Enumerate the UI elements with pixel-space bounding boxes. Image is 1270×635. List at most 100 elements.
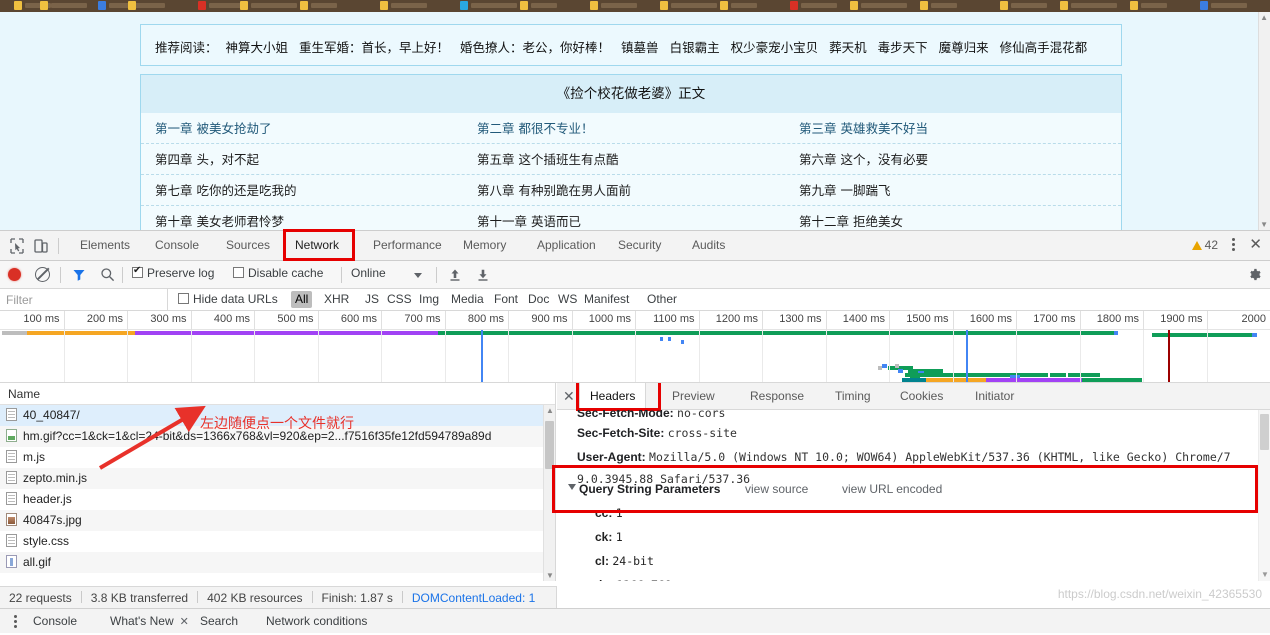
bookmark-item[interactable] — [198, 1, 206, 10]
close-icon[interactable]: ✕ — [180, 616, 189, 628]
detail-tab-response[interactable]: Response — [740, 383, 814, 409]
clear-icon[interactable] — [35, 267, 50, 282]
chapter-link[interactable]: 第二章 都很不专业！ — [477, 113, 593, 144]
type-filter-font[interactable]: Font — [490, 291, 522, 308]
request-row[interactable]: zepto.min.js — [0, 468, 555, 489]
request-row[interactable]: style.css — [0, 531, 555, 552]
type-filter-manifest[interactable]: Manifest — [580, 291, 633, 308]
recommended-link[interactable]: 修仙高手混花都 — [1000, 40, 1088, 55]
type-filter-all[interactable]: All — [291, 291, 313, 308]
requests-column-header[interactable]: Name — [0, 383, 555, 405]
request-row[interactable]: all.gif — [0, 552, 555, 573]
detail-tab-preview[interactable]: Preview — [662, 383, 725, 409]
chevron-down-icon[interactable] — [568, 484, 576, 490]
recommended-link[interactable]: 重生军婚：首长，早上好！ — [299, 40, 449, 55]
drawer-more-options-icon[interactable] — [8, 613, 22, 630]
tab-audits[interactable]: Audits — [682, 231, 735, 260]
recommended-link[interactable]: 毒步天下 — [878, 40, 928, 55]
page-scrollbar[interactable]: ▲ ▼ — [1258, 12, 1270, 230]
type-filter-css[interactable]: CSS — [383, 291, 416, 308]
chapter-link[interactable]: 第十章 美女老师君怜梦 — [155, 206, 284, 230]
device-toolbar-icon[interactable] — [32, 237, 50, 255]
scrollbar-thumb[interactable] — [545, 421, 554, 469]
export-har-icon[interactable] — [476, 268, 490, 285]
tab-console[interactable]: Console — [145, 231, 209, 260]
chapter-link[interactable]: 第四章 头，对不起 — [155, 144, 259, 175]
chapter-link[interactable]: 第五章 这个插班生有点酷 — [477, 144, 618, 175]
drawer-tab-search[interactable]: Search — [200, 609, 238, 634]
type-filter-other[interactable]: Other — [643, 291, 681, 308]
type-filter-doc[interactable]: Doc — [524, 291, 553, 308]
bookmark-item[interactable] — [720, 1, 728, 10]
record-button-icon[interactable] — [8, 268, 21, 281]
filter-funnel-icon[interactable] — [72, 268, 86, 285]
bookmark-item[interactable] — [460, 1, 468, 10]
bookmark-item[interactable] — [850, 1, 858, 10]
query-string-section-title[interactable]: Query String Parameters — [568, 482, 720, 496]
scroll-down-icon[interactable]: ▼ — [1260, 220, 1268, 229]
bookmark-item[interactable] — [920, 1, 928, 10]
bookmark-item[interactable] — [1000, 1, 1008, 10]
chapter-link[interactable]: 第十二章 拒绝美女 — [799, 206, 903, 230]
bookmark-item[interactable] — [590, 1, 598, 10]
bookmark-item[interactable] — [1200, 1, 1208, 10]
scroll-up-icon[interactable]: ▲ — [1260, 13, 1268, 22]
bookmark-item[interactable] — [1130, 1, 1138, 10]
type-filter-media[interactable]: Media — [447, 291, 488, 308]
preserve-log-checkbox[interactable]: Preserve log — [132, 265, 214, 280]
bookmark-item[interactable] — [300, 1, 308, 10]
recommended-link[interactable]: 权少豪宠小宝贝 — [731, 40, 819, 55]
chevron-down-icon[interactable] — [414, 273, 422, 278]
chapter-link[interactable]: 第九章 一脚踹飞 — [799, 175, 890, 206]
network-overview-timeline[interactable]: 100 ms 200 ms 300 ms 400 ms 500 ms 600 ms 700 … — [0, 311, 1270, 383]
tab-network[interactable]: Network — [285, 231, 349, 260]
bookmark-item[interactable] — [790, 1, 798, 10]
tab-memory[interactable]: Memory — [453, 231, 516, 260]
chapter-link[interactable]: 第一章 被美女抢劫了 — [155, 113, 271, 144]
type-filter-ws[interactable]: WS — [554, 291, 581, 308]
detail-tab-cookies[interactable]: Cookies — [890, 383, 953, 409]
recommended-link[interactable]: 白银霸主 — [670, 40, 720, 55]
hide-data-urls-checkbox[interactable]: Hide data URLs — [178, 292, 278, 306]
view-source-link[interactable]: view source — [745, 482, 808, 496]
bookmark-item[interactable] — [380, 1, 388, 10]
throttling-select[interactable]: Online — [351, 266, 386, 280]
browser-bookmarks-bar[interactable] — [0, 0, 1270, 12]
requests-list-scrollbar[interactable]: ▲ ▼ — [543, 405, 555, 581]
chapter-link[interactable]: 第十一章 英语而已 — [477, 206, 581, 230]
recommended-link[interactable]: 葬天机 — [829, 40, 867, 55]
request-row[interactable]: m.js — [0, 447, 555, 468]
type-filter-js[interactable]: JS — [361, 291, 383, 308]
headers-scrollbar[interactable]: ▼ — [1258, 410, 1270, 581]
request-row[interactable]: 40847s.jpg — [0, 510, 555, 531]
close-icon[interactable]: ✕ — [563, 388, 575, 404]
bookmark-item[interactable] — [128, 1, 136, 10]
disable-cache-checkbox[interactable]: Disable cache — [233, 266, 323, 280]
close-icon[interactable]: ✕ — [1249, 235, 1262, 255]
drawer-tab-what-s-new[interactable]: What's New ✕ — [110, 609, 189, 634]
tab-performance[interactable]: Performance — [363, 231, 452, 260]
tab-security[interactable]: Security — [608, 231, 671, 260]
scroll-up-icon[interactable]: ▲ — [546, 406, 554, 415]
scroll-down-icon[interactable]: ▼ — [546, 571, 554, 580]
scroll-down-icon[interactable]: ▼ — [1261, 570, 1269, 579]
tab-sources[interactable]: Sources — [216, 231, 280, 260]
bookmark-item[interactable] — [98, 1, 106, 10]
gear-icon[interactable] — [1247, 267, 1262, 285]
bookmark-item[interactable] — [1060, 1, 1068, 10]
chapter-link[interactable]: 第三章 英雄救美不好当 — [799, 113, 928, 144]
recommended-link[interactable]: 镇墓兽 — [621, 40, 659, 55]
filter-input[interactable] — [0, 289, 168, 310]
bookmark-item[interactable] — [40, 1, 48, 10]
bookmark-item[interactable] — [660, 1, 668, 10]
type-filter-xhr[interactable]: XHR — [320, 291, 353, 308]
search-icon[interactable] — [100, 267, 115, 285]
tab-elements[interactable]: Elements — [70, 231, 140, 260]
more-options-icon[interactable] — [1226, 236, 1240, 256]
warning-count-badge[interactable]: 42 — [1191, 231, 1218, 260]
detail-tab-timing[interactable]: Timing — [825, 383, 881, 409]
tab-application[interactable]: Application — [527, 231, 606, 260]
chapter-link[interactable]: 第八章 有种别跪在男人面前 — [477, 175, 631, 206]
import-har-icon[interactable] — [448, 268, 462, 285]
recommended-link[interactable]: 神算大小姐 — [226, 40, 289, 55]
